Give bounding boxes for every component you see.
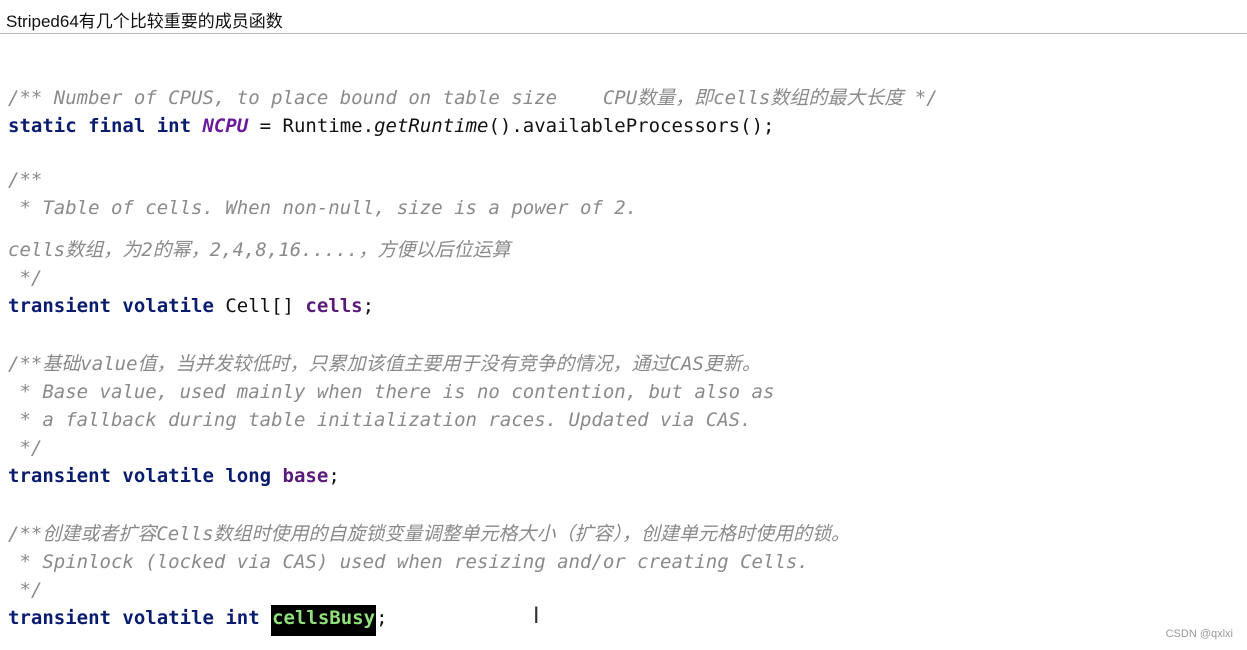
cells-comment-line: /**	[8, 169, 43, 191]
ncpu-rest: ().availableProcessors();	[488, 115, 775, 137]
semicolon: ;	[362, 295, 375, 317]
ncpu-declaration: static final int NCPU = Runtime.getRunti…	[8, 114, 774, 138]
code-block: /** Number of CPUS, to place bound on ta…	[8, 0, 938, 636]
ncpu-keywords: static final int	[8, 115, 203, 137]
cells-declaration: transient volatile Cell[] cells;	[8, 294, 374, 318]
busy-comment-line: /**创建或者扩容Cells数组时使用的自旋锁变量调整单元格大小（扩容），创建单…	[8, 523, 851, 545]
cells-keywords: transient volatile	[8, 295, 226, 317]
ncpu-field: NCPU	[202, 115, 249, 137]
base-declaration: transient volatile long base;	[8, 464, 340, 488]
cells-comment-line: */	[8, 267, 43, 289]
cells-field: cells	[305, 295, 363, 317]
semicolon: ;	[328, 465, 340, 487]
semicolon: ;	[376, 607, 388, 629]
busy-comment-line: */	[8, 579, 43, 601]
title-bar: Striped64有几个比较重要的成员函数	[0, 0, 1247, 34]
base-field: base	[282, 465, 329, 487]
busy-field-selected[interactable]: cellsBusy	[271, 605, 377, 636]
watermark: CSDN @qxlxi	[1165, 628, 1233, 640]
base-comment-line: */	[8, 437, 43, 459]
ncpu-comment: /** Number of CPUS, to place bound on ta…	[8, 87, 938, 109]
cells-type: Cell[]	[225, 295, 306, 317]
cells-comment-line: cells数组，为2的幂，2,4,8,16.....，方便以后位运算	[8, 239, 511, 261]
cells-comment-line: * Table of cells. When non-null, size is…	[8, 197, 638, 219]
text-cursor-icon: I	[533, 604, 540, 629]
base-comment-line: * a fallback during table initialization…	[8, 409, 752, 431]
base-comment-line: * Base value, used mainly when there is …	[8, 381, 775, 403]
base-keywords: transient volatile long	[8, 465, 283, 487]
ncpu-method: getRuntime	[374, 115, 489, 137]
busy-declaration: transient volatile int cellsBusy;	[8, 605, 388, 636]
page-title: Striped64有几个比较重要的成员函数	[6, 12, 283, 31]
busy-comment-line: * Spinlock (locked via CAS) used when re…	[8, 551, 809, 573]
busy-keywords: transient volatile int	[8, 607, 272, 629]
ncpu-eq: = Runtime.	[248, 115, 375, 137]
base-comment-line: /**基础value值，当并发较低时，只累加该值主要用于没有竞争的情况，通过CA…	[8, 353, 761, 375]
